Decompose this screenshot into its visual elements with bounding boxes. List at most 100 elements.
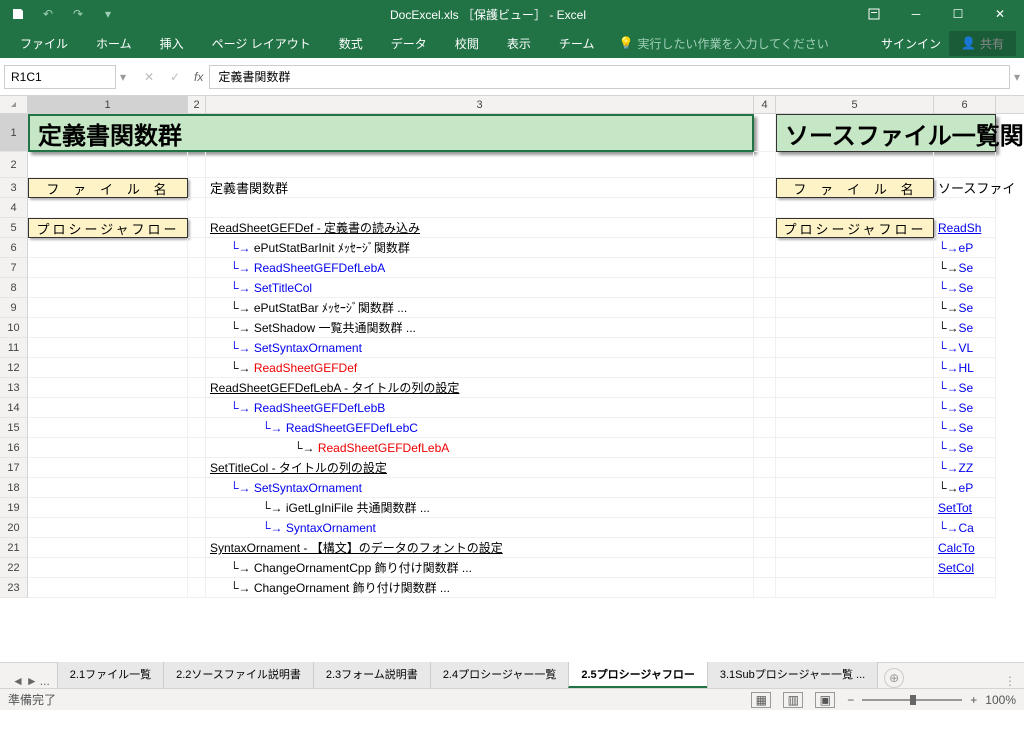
cell[interactable]: 定義書関数群 [206, 178, 754, 198]
cell[interactable] [754, 152, 776, 178]
cell[interactable]: フ ァ イ ル 名 [776, 178, 934, 198]
cell[interactable] [28, 458, 188, 478]
cell[interactable] [28, 152, 188, 178]
fx-icon[interactable]: fx [194, 70, 203, 84]
cell[interactable] [188, 258, 206, 278]
row-header[interactable]: 2 [0, 152, 28, 178]
row-header[interactable]: 11 [0, 338, 28, 358]
col-header[interactable]: 3 [206, 96, 754, 113]
cell[interactable] [934, 152, 996, 178]
sheet-tab[interactable]: 2.2ソースファイル説明書 [163, 661, 314, 688]
cell[interactable] [188, 178, 206, 198]
cell[interactable]: └→ eP [934, 238, 996, 258]
row-header[interactable]: 5 [0, 218, 28, 238]
cell[interactable]: ReadSheetGEFDefLebA - タイトルの列の設定 [206, 378, 754, 398]
col-header[interactable]: 4 [754, 96, 776, 113]
select-all-corner[interactable] [0, 96, 28, 113]
add-sheet-icon[interactable]: ⊕ [884, 668, 904, 688]
close-icon[interactable]: ✕ [980, 0, 1020, 28]
cell[interactable] [754, 358, 776, 378]
cell[interactable] [28, 478, 188, 498]
signin-button[interactable]: サインイン [881, 35, 941, 52]
tab-view[interactable]: 表示 [495, 29, 543, 58]
cell[interactable]: SetCol [934, 558, 996, 578]
cell[interactable]: └→ Se [934, 298, 996, 318]
col-header[interactable]: 1 [28, 96, 188, 113]
name-box[interactable]: R1C1 [4, 65, 116, 89]
cell[interactable] [934, 198, 996, 218]
cell[interactable]: └→ ChangeOrnament 飾り付け関数群 ... [206, 578, 754, 598]
col-header[interactable]: 5 [776, 96, 934, 113]
zoom-in-icon[interactable]: + [970, 693, 977, 707]
save-icon[interactable] [4, 2, 32, 26]
cell[interactable] [754, 278, 776, 298]
title-cell[interactable]: ソースファイル一覧関数 [776, 114, 996, 152]
tab-team[interactable]: チーム [547, 29, 607, 58]
cell[interactable]: └→ ePutStatBar ﾒｯｾｰｼﾞ関数群 ... [206, 298, 754, 318]
cell[interactable] [754, 458, 776, 478]
cell[interactable]: └→ ReadSheetGEFDefLebB [206, 398, 754, 418]
cell[interactable] [776, 418, 934, 438]
cell[interactable] [754, 178, 776, 198]
cell[interactable] [188, 358, 206, 378]
cell[interactable] [776, 238, 934, 258]
cell[interactable] [754, 438, 776, 458]
cell[interactable] [188, 198, 206, 218]
cell[interactable] [28, 358, 188, 378]
tab-nav-more[interactable]: ... [40, 674, 50, 688]
sheet-tab[interactable]: 2.1ファイル一覧 [57, 661, 164, 688]
cell[interactable] [28, 258, 188, 278]
cell[interactable] [28, 338, 188, 358]
row-header[interactable]: 17 [0, 458, 28, 478]
cell[interactable] [776, 498, 934, 518]
col-header[interactable]: 6 [934, 96, 996, 113]
cell[interactable]: CalcTo [934, 538, 996, 558]
row-header[interactable]: 10 [0, 318, 28, 338]
view-layout-icon[interactable]: ▥ [783, 692, 803, 708]
cell[interactable] [754, 418, 776, 438]
cell[interactable] [754, 538, 776, 558]
worksheet-grid[interactable]: 1定義書関数群ソースファイル一覧関数23フ ァ イ ル 名定義書関数群フ ァ イ… [0, 114, 1024, 662]
cell[interactable]: フ ァ イ ル 名 [28, 178, 188, 198]
cell[interactable]: └→ iGetLgIniFile 共通関数群 ... [206, 498, 754, 518]
row-header[interactable]: 14 [0, 398, 28, 418]
cell[interactable]: └→ ChangeOrnamentCpp 飾り付け関数群 ... [206, 558, 754, 578]
row-header[interactable]: 6 [0, 238, 28, 258]
cell[interactable] [188, 438, 206, 458]
minimize-icon[interactable]: ─ [896, 0, 936, 28]
cell[interactable]: ソースファイ [934, 178, 996, 198]
cell[interactable] [754, 498, 776, 518]
cell[interactable] [28, 298, 188, 318]
row-header[interactable]: 7 [0, 258, 28, 278]
tab-review[interactable]: 校閲 [443, 29, 491, 58]
cell[interactable] [754, 398, 776, 418]
cell[interactable] [776, 438, 934, 458]
row-header[interactable]: 21 [0, 538, 28, 558]
cell[interactable] [776, 278, 934, 298]
row-header[interactable]: 3 [0, 178, 28, 198]
formula-input[interactable]: 定義書関数群 [209, 65, 1010, 89]
row-header[interactable]: 4 [0, 198, 28, 218]
cell[interactable]: └→ HL [934, 358, 996, 378]
zoom-out-icon[interactable]: − [847, 693, 854, 707]
cell[interactable] [28, 578, 188, 598]
cell[interactable]: └→ ReadSheetGEFDef [206, 358, 754, 378]
row-header[interactable]: 23 [0, 578, 28, 598]
cell[interactable]: └→ Se [934, 398, 996, 418]
cell[interactable] [28, 418, 188, 438]
cell[interactable] [776, 298, 934, 318]
row-header[interactable]: 9 [0, 298, 28, 318]
cancel-formula-icon[interactable]: ✕ [136, 65, 162, 89]
cell[interactable]: └→ ReadSheetGEFDefLebA [206, 438, 754, 458]
cell[interactable] [188, 398, 206, 418]
cell[interactable] [188, 578, 206, 598]
cell[interactable] [28, 198, 188, 218]
tab-home[interactable]: ホーム [84, 29, 144, 58]
undo-icon[interactable]: ↶ [34, 2, 62, 26]
tab-nav-prev-icon[interactable]: ◄ [12, 674, 24, 688]
redo-icon[interactable]: ↷ [64, 2, 92, 26]
cell[interactable] [28, 378, 188, 398]
cell[interactable] [188, 458, 206, 478]
cell[interactable] [776, 318, 934, 338]
cell[interactable] [188, 218, 206, 238]
